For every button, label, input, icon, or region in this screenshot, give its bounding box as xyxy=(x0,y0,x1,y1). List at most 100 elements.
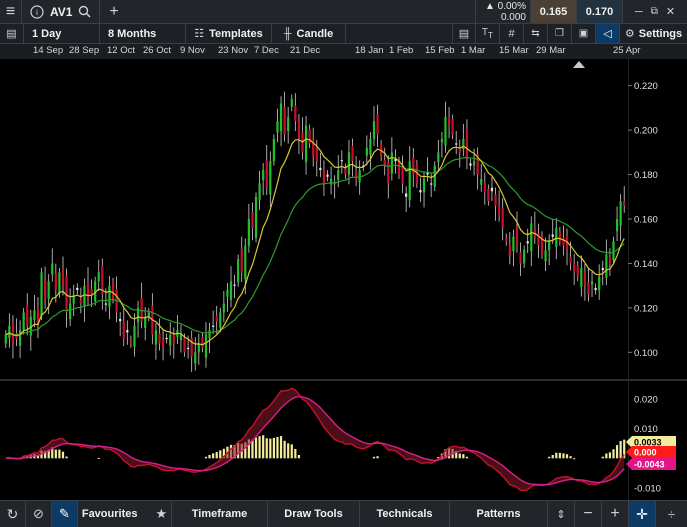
date-label: 9 Nov xyxy=(180,45,205,56)
snapshot-button[interactable]: ▣ xyxy=(572,24,596,43)
macd-histogram-bar xyxy=(215,452,218,459)
macd-histogram-bar xyxy=(551,454,554,459)
candle-body xyxy=(4,334,7,344)
menu-button[interactable]: ≡ xyxy=(0,0,22,23)
split-panes-button[interactable]: ÷ xyxy=(656,501,687,527)
refresh-button[interactable]: ↻ xyxy=(0,501,26,527)
draw-tools-button[interactable]: Draw Tools xyxy=(268,501,360,527)
macd-histogram-bar xyxy=(58,449,61,459)
price-tick-label: 0.160 xyxy=(634,215,658,226)
layers-button[interactable]: ❐ xyxy=(548,24,572,43)
close-icon[interactable]: ✕ xyxy=(666,5,675,18)
list-icon: ▤ xyxy=(6,28,17,40)
candle-body xyxy=(86,282,90,299)
candle-body xyxy=(212,325,215,327)
settings-button[interactable]: ⚙ Settings xyxy=(620,24,687,43)
date-label: 7 Dec xyxy=(254,45,279,56)
pencil-button[interactable]: ✎ xyxy=(52,501,78,527)
ask-price[interactable]: 0.170 xyxy=(577,0,623,23)
macd-histogram-bar xyxy=(615,445,619,459)
window-controls: ─ ⧉ ✕ xyxy=(623,0,687,23)
candle-body xyxy=(269,161,272,195)
candle-body xyxy=(208,330,211,338)
macd-histogram-bar xyxy=(605,453,608,459)
candle-body xyxy=(287,116,290,132)
candle-body xyxy=(469,163,472,166)
symbol-label[interactable]: AV1 xyxy=(50,5,72,19)
macd-histogram-bar xyxy=(97,457,100,459)
date-axis: 14 Sep 28 Sep 12 Oct 26 Oct 9 Nov 23 Nov 7 Dec… xyxy=(0,44,687,59)
macd-histogram-bar xyxy=(569,456,572,459)
interval-dropdown[interactable]: 1 Day xyxy=(24,24,100,43)
candle-body xyxy=(215,315,218,322)
tag-button[interactable]: ◁ xyxy=(596,24,620,43)
detach-window-icon[interactable]: ⧉ xyxy=(651,6,658,17)
macd-histogram-bar xyxy=(458,453,461,459)
chart-area[interactable]: 0.220 0.200 0.180 0.160 0.140 0.120 0.100 0.020… xyxy=(0,59,687,500)
macd-histogram-bar xyxy=(276,436,279,459)
text-size-button[interactable]: TT xyxy=(476,24,500,43)
candle-body xyxy=(326,174,329,177)
layers-icon: ❐ xyxy=(555,28,564,39)
candle-body xyxy=(558,231,561,242)
candle-body xyxy=(405,193,408,197)
timeframe-button[interactable]: Timeframe xyxy=(172,501,268,527)
candle-body xyxy=(590,281,594,285)
list-view-button[interactable]: ▤ xyxy=(0,24,24,43)
grid-button[interactable]: # xyxy=(500,24,524,43)
price-tick-label: 0.180 xyxy=(634,170,658,181)
search-icon[interactable] xyxy=(78,5,91,18)
range-dropdown[interactable]: 8 Months xyxy=(100,24,186,43)
add-tab-button[interactable]: + xyxy=(100,0,128,23)
macd-histogram-bar xyxy=(290,444,293,459)
candle-body xyxy=(347,152,351,175)
fit-vertical-icon: ⇕ xyxy=(556,508,566,521)
macd-histogram-bar xyxy=(562,453,565,459)
patterns-button[interactable]: Patterns xyxy=(450,501,548,527)
candle-body xyxy=(290,99,293,107)
favourites-button[interactable]: Favourites ★ xyxy=(78,501,172,527)
price-tick-label: 0.220 xyxy=(634,81,658,92)
compare-button[interactable]: ⇆ xyxy=(524,24,548,43)
plus-icon: + xyxy=(610,505,620,522)
symbol-selector[interactable]: i AV1 xyxy=(22,0,100,23)
macd-histogram-bar xyxy=(283,440,286,459)
signal-value-tag-label: -0.0043 xyxy=(634,460,665,470)
date-label: 15 Feb xyxy=(425,45,455,56)
candle-body xyxy=(430,183,433,185)
candle-body xyxy=(69,303,72,319)
info-circle-icon[interactable]: i xyxy=(30,4,44,19)
ask-value: 0.170 xyxy=(585,5,614,18)
candle-body xyxy=(480,179,483,185)
candle-body xyxy=(133,325,136,347)
fit-vertical-button[interactable]: ⇕ xyxy=(548,501,575,527)
candle-body xyxy=(294,105,297,122)
candle-body xyxy=(376,114,379,135)
macd-histogram-bar xyxy=(219,450,222,459)
candle-body xyxy=(401,167,404,184)
patterns-label: Patterns xyxy=(476,508,521,520)
macd-histogram-bar xyxy=(262,435,265,459)
chart-style-button[interactable]: ╫ Candle xyxy=(272,24,346,43)
date-label: 18 Jan xyxy=(355,45,384,56)
macd-histogram-bar xyxy=(204,456,208,459)
templates-button[interactable]: ☷ Templates xyxy=(186,24,272,43)
candle-body xyxy=(569,256,572,264)
candle-body xyxy=(154,330,158,345)
zoom-in-button[interactable]: + xyxy=(602,501,629,527)
zoom-out-button[interactable]: − xyxy=(575,501,602,527)
technicals-button[interactable]: Technicals xyxy=(360,501,450,527)
date-label: 21 Dec xyxy=(290,45,321,56)
cancel-button[interactable]: ⊘ xyxy=(26,501,52,527)
macd-histogram-bar xyxy=(65,456,68,459)
minimize-icon[interactable]: ─ xyxy=(635,6,643,18)
chart-toolbar: ▤ 1 Day 8 Months ☷ Templates ╫ Candle ▤ TT… xyxy=(0,24,687,44)
macd-histogram-bar xyxy=(462,454,465,459)
candle-body xyxy=(254,196,258,238)
bid-price[interactable]: 0.165 xyxy=(531,0,577,23)
macd-histogram-bar xyxy=(612,449,615,459)
top-bar: ≡ i AV1 + ▲ 0.00% 0.000 0.165 0.170 ─ ⧉ … xyxy=(0,0,687,24)
document-button[interactable]: ▤ xyxy=(452,24,476,43)
candle-body xyxy=(183,337,186,353)
crosshair-button[interactable]: ✛ xyxy=(629,501,656,527)
